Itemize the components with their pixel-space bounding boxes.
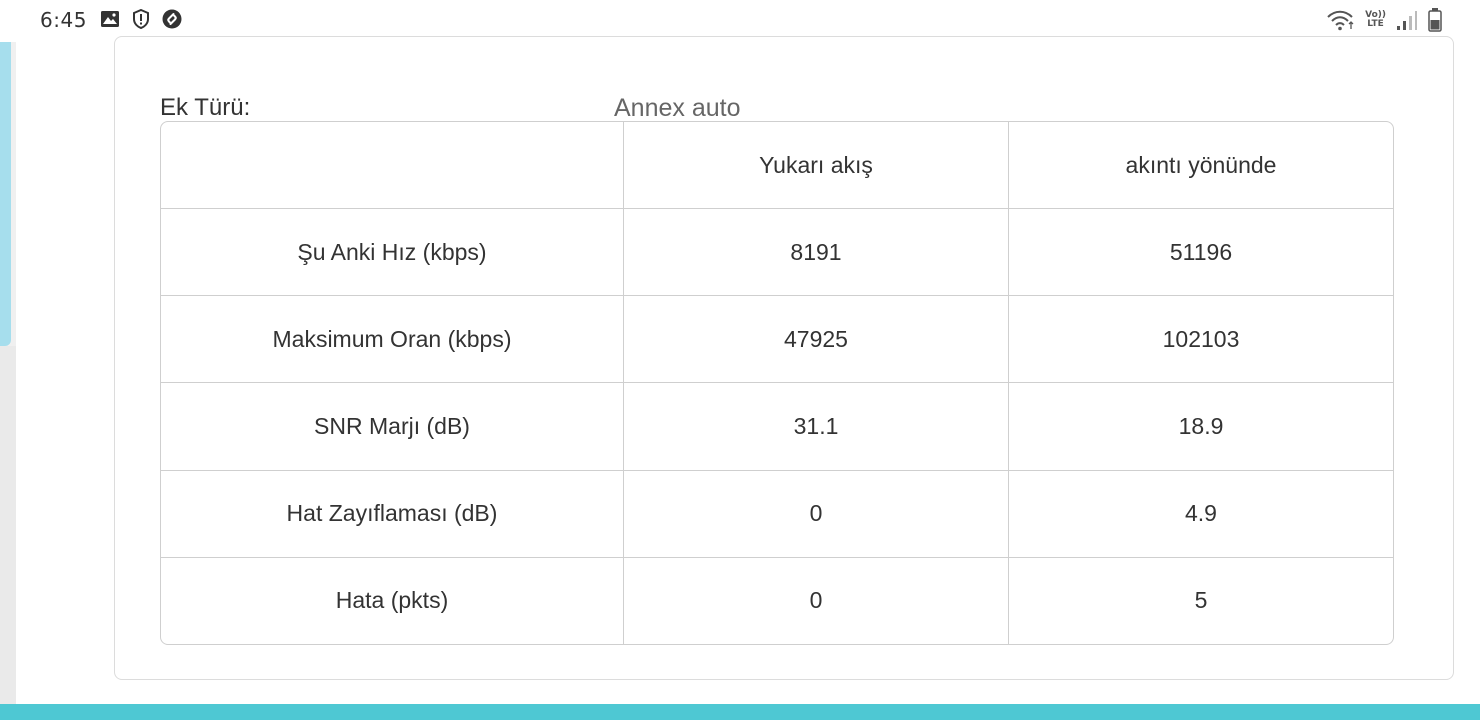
table-row: Maksimum Oran (kbps) 47925 102103 — [161, 295, 1393, 384]
shazam-icon — [162, 9, 182, 29]
bottom-accent-bar — [0, 704, 1480, 720]
row-label-errors: Hata (pkts) — [161, 557, 624, 644]
current-rate-downstream: 51196 — [1008, 208, 1393, 297]
status-time: 6:45 — [40, 8, 87, 32]
line-attenuation-upstream: 0 — [623, 470, 1009, 558]
current-rate-upstream: 8191 — [623, 208, 1009, 297]
content-panel: Ek Türü: Annex auto Yukarı akış akıntı y… — [16, 36, 1480, 704]
signal-icon — [1396, 10, 1418, 30]
table-header-downstream: akıntı yönünde — [1008, 122, 1393, 210]
alert-shield-icon — [132, 9, 150, 29]
status-left-icons — [100, 9, 182, 29]
errors-upstream: 0 — [623, 557, 1009, 644]
max-rate-downstream: 102103 — [1008, 295, 1393, 384]
row-label-snr-margin: SNR Marjı (dB) — [161, 382, 624, 471]
snr-margin-downstream: 18.9 — [1008, 382, 1393, 471]
row-label-current-rate: Şu Anki Hız (kbps) — [161, 208, 624, 297]
table-row: Hata (pkts) 0 5 — [161, 557, 1393, 644]
table-row: SNR Marjı (dB) 31.1 18.9 — [161, 382, 1393, 471]
dsl-stats-table: Yukarı akış akıntı yönünde Şu Anki Hız (… — [160, 121, 1394, 645]
annex-type-label: Ek Türü: — [160, 94, 251, 121]
annex-type-value: Annex auto — [614, 94, 741, 122]
wifi-icon — [1325, 9, 1355, 31]
status-right-icons: Vo)) LTE — [1325, 8, 1442, 32]
table-header-empty — [161, 122, 624, 210]
max-rate-upstream: 47925 — [623, 295, 1009, 384]
battery-icon — [1428, 8, 1442, 32]
table-header-row: Yukarı akış akıntı yönünde — [161, 122, 1393, 210]
row-label-line-attenuation: Hat Zayıflaması (dB) — [161, 470, 624, 558]
image-icon — [100, 10, 120, 28]
table-header-upstream: Yukarı akış — [623, 122, 1009, 210]
left-margin — [0, 346, 16, 704]
table-row: Şu Anki Hız (kbps) 8191 51196 — [161, 208, 1393, 297]
row-label-max-rate: Maksimum Oran (kbps) — [161, 295, 624, 384]
line-attenuation-downstream: 4.9 — [1008, 470, 1393, 558]
volte-lte-icon: Vo)) LTE — [1365, 11, 1386, 29]
errors-downstream: 5 — [1194, 587, 1208, 614]
scroll-indicator[interactable] — [0, 42, 11, 346]
table-row: Hat Zayıflaması (dB) 0 4.9 — [161, 470, 1393, 558]
snr-margin-upstream: 31.1 — [623, 382, 1009, 471]
lte-label: LTE — [1367, 19, 1384, 29]
